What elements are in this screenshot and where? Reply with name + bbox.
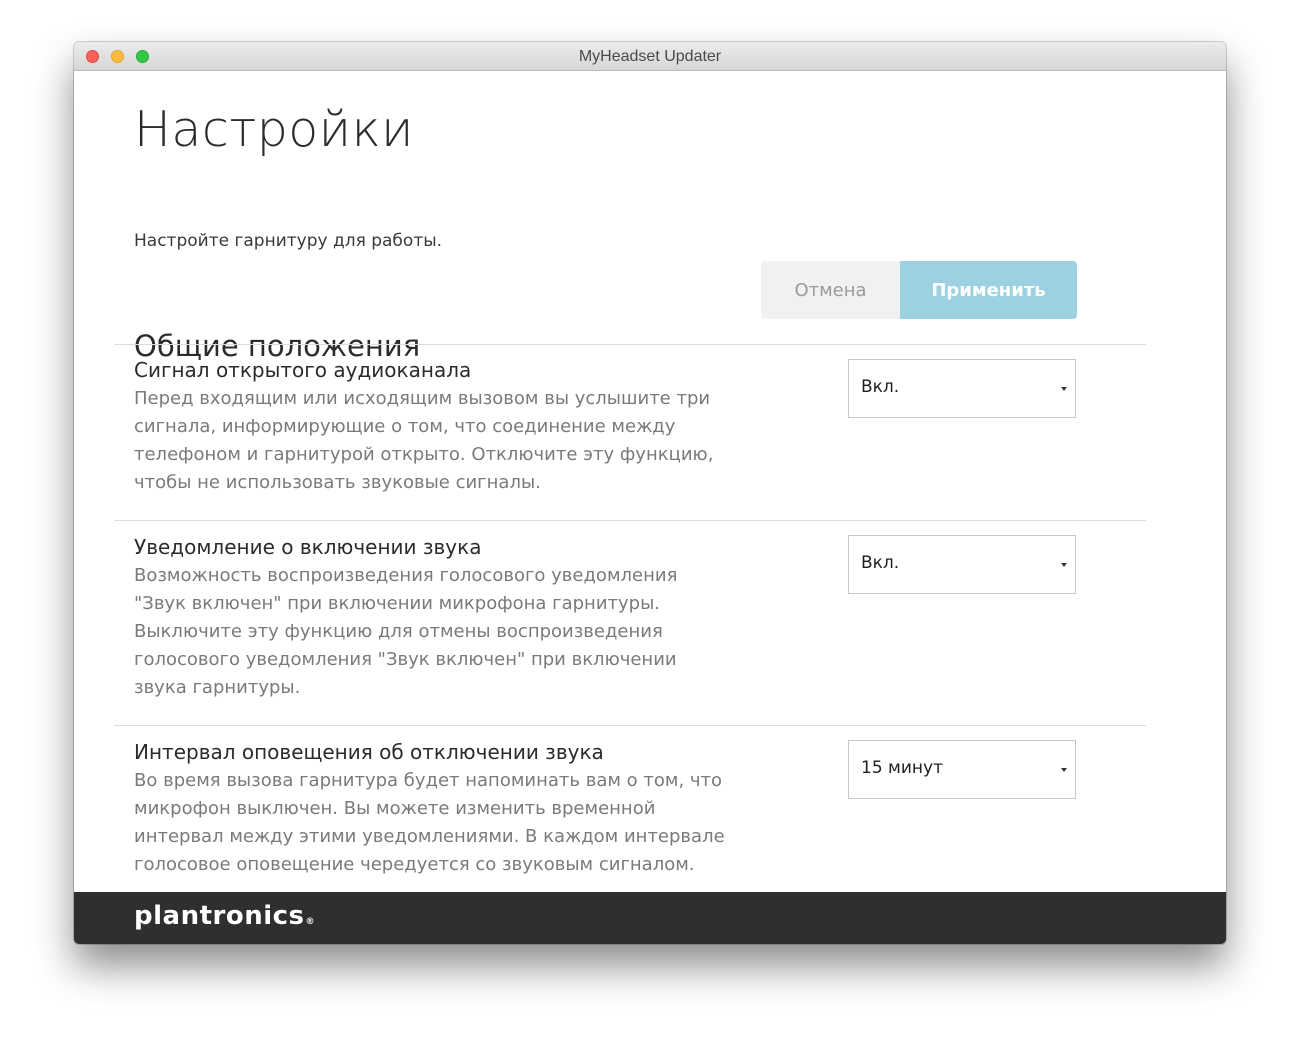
setting-mute-off-alert: Уведомление о включении звука Возможност…: [134, 534, 734, 702]
plantronics-logo: plantronics®: [134, 901, 315, 931]
footer: plantronics®: [74, 892, 1226, 944]
setting-name: Интервал оповещения об отключении звука: [134, 740, 604, 764]
mute-off-alert-select[interactable]: Вкл.: [848, 535, 1076, 594]
open-audio-channel-select[interactable]: Вкл.: [848, 359, 1076, 418]
cancel-button[interactable]: Отмена: [761, 261, 900, 319]
chevron-down-icon: [1061, 387, 1067, 391]
mute-reminder-interval-select[interactable]: 15 минут: [848, 740, 1076, 799]
window-title: MyHeadset Updater: [578, 48, 722, 65]
select-value: 15 минут: [861, 758, 943, 778]
divider: [114, 344, 1146, 345]
setting-name: Сигнал открытого аудиоканала: [134, 358, 472, 382]
registered-mark: ®: [305, 917, 316, 927]
app-window: MyHeadset Updater Настройки Настройте га…: [74, 42, 1226, 944]
chevron-down-icon: [1061, 768, 1067, 772]
setting-mute-reminder-interval: Интервал оповещения об отключении звука …: [134, 739, 734, 879]
setting-description: Перед входящим или исходящим вызовом вы …: [134, 388, 714, 493]
setting-description: Возможность воспроизведения голосового у…: [134, 565, 678, 698]
settings-page: Настройки Настройте гарнитуру для работы…: [74, 71, 1226, 892]
divider: [114, 520, 1146, 521]
setting-name: Уведомление о включении звука: [134, 535, 482, 559]
setting-open-audio-channel: Сигнал открытого аудиоканала Перед входя…: [134, 357, 734, 497]
setting-description: Во время вызова гарнитура будет напомина…: [134, 770, 725, 875]
select-value: Вкл.: [861, 377, 900, 397]
page-title: Настройки: [134, 101, 414, 158]
brand-name: plantronics: [134, 901, 305, 931]
select-value: Вкл.: [861, 553, 900, 573]
chevron-down-icon: [1061, 563, 1067, 567]
divider: [114, 725, 1146, 726]
page-subtitle: Настройте гарнитуру для работы.: [134, 231, 443, 251]
title-bar[interactable]: MyHeadset Updater: [74, 42, 1226, 71]
apply-button[interactable]: Применить: [900, 261, 1077, 319]
